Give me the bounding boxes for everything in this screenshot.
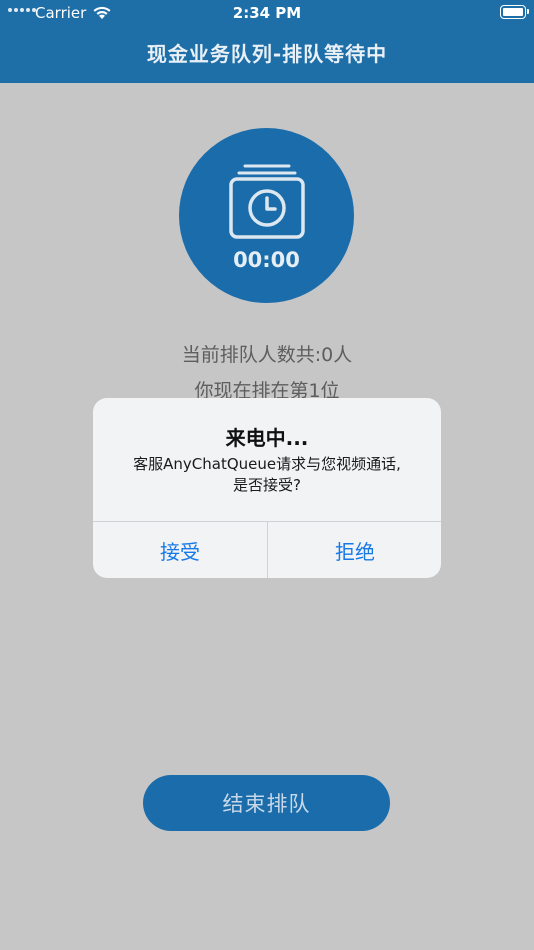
alert-message-line: 是否接受?	[233, 476, 301, 494]
navigation-bar: Carrier 2:34 PM 现金业务队列-排队等待中	[0, 0, 534, 83]
battery-icon	[500, 5, 529, 19]
incoming-call-alert: 来电中... 客服AnyChatQueue请求与您视频通话, 是否接受? 接受 …	[93, 398, 441, 578]
elapsed-time: 00:00	[233, 248, 300, 272]
accept-call-button[interactable]: 接受	[93, 522, 267, 578]
alert-title: 来电中...	[225, 426, 309, 450]
status-bar: Carrier 2:34 PM	[0, 0, 534, 28]
end-queue-button[interactable]: 结束排队	[143, 775, 390, 831]
reject-call-button[interactable]: 拒绝	[268, 522, 441, 578]
queue-total-text: 当前排队人数共:0人	[181, 344, 353, 366]
clock-stack-icon	[227, 162, 307, 244]
page-title: 现金业务队列-排队等待中	[146, 42, 388, 66]
queue-timer: 00:00	[179, 128, 354, 303]
status-time: 2:34 PM	[232, 4, 302, 22]
alert-message-line: 客服AnyChatQueue请求与您视频通话,	[133, 455, 401, 473]
alert-message: 客服AnyChatQueue请求与您视频通话, 是否接受?	[107, 454, 427, 496]
